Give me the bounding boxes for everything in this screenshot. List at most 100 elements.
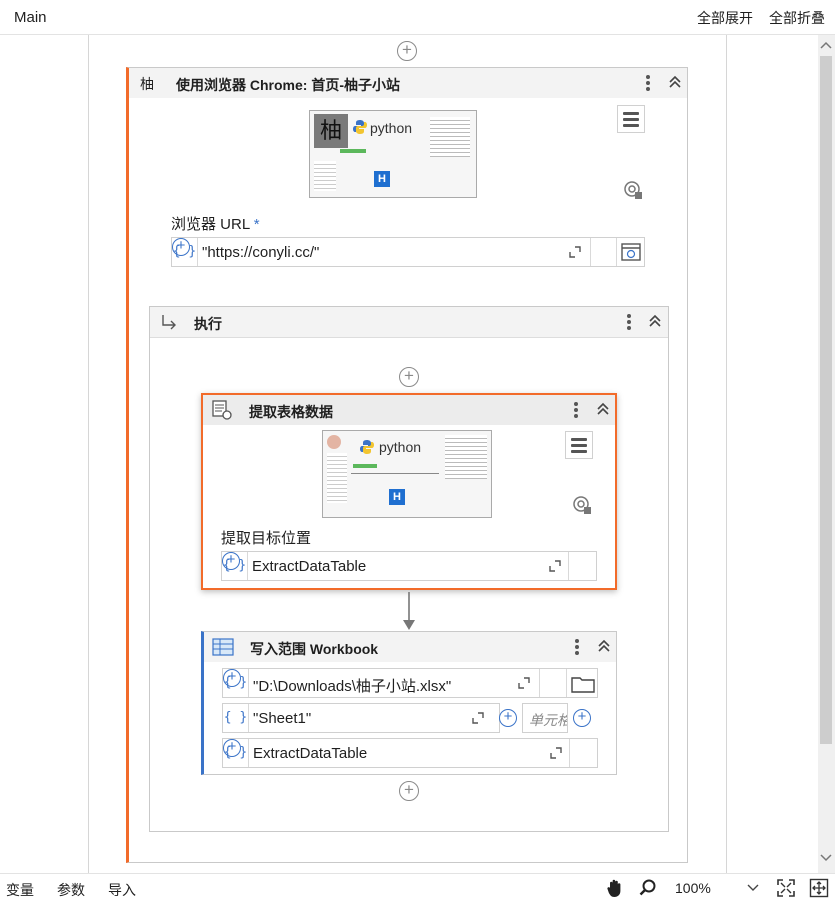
extract-header[interactable]: 提取表格数据 xyxy=(203,395,615,425)
expand-editor-icon[interactable] xyxy=(517,676,531,690)
zoom-level[interactable]: 100% xyxy=(675,880,711,896)
url-value[interactable]: "https://conyli.cc/" xyxy=(202,244,319,261)
python-logo-icon xyxy=(353,120,367,134)
start-cell-placeholder: 单元格 xyxy=(529,712,568,728)
scroll-down-icon[interactable] xyxy=(819,853,833,863)
extract-table-icon xyxy=(212,400,232,420)
tag-preview xyxy=(353,464,377,468)
expand-editor-icon[interactable] xyxy=(471,711,485,725)
status-bar: 变量 参数 导入 100% xyxy=(0,873,835,901)
zoom-dropdown-icon[interactable] xyxy=(747,884,759,892)
url-label: 浏览器 URL * xyxy=(171,213,260,234)
do-sequence[interactable]: 执行 + 提取表格数据 python H 提取目标位置 {} ExtractD… xyxy=(149,306,669,832)
enter-arrow-icon xyxy=(162,315,176,330)
expression-icon: { } xyxy=(223,739,249,767)
url-label-text: 浏览器 URL xyxy=(171,216,250,233)
expression-icon: { } xyxy=(172,238,198,266)
browser-window-icon[interactable] xyxy=(621,243,641,261)
start-cell-field[interactable]: 单元格 xyxy=(522,703,568,733)
python-logo-icon xyxy=(360,440,374,454)
data-table-field[interactable]: { } ExtractDataTable + xyxy=(222,738,598,768)
top-bar: Main 全部展开 全部折叠 xyxy=(0,0,835,35)
collapse-chevron-icon[interactable] xyxy=(595,401,611,417)
more-options-icon[interactable] xyxy=(573,400,579,420)
extract-table-activity[interactable]: 提取表格数据 python H 提取目标位置 {} ExtractDataTa… xyxy=(201,393,617,590)
write-range-header[interactable]: 写入范围 Workbook xyxy=(204,632,616,662)
do-title: 执行 xyxy=(194,316,222,332)
field-separator xyxy=(566,669,567,697)
add-activity-button[interactable]: + xyxy=(399,367,419,387)
tag-preview xyxy=(340,149,366,153)
do-header[interactable]: 执行 xyxy=(150,307,668,337)
pan-hand-icon[interactable] xyxy=(605,878,625,898)
extract-screenshot-thumbnail[interactable]: python H xyxy=(322,430,492,518)
collapse-chevron-icon[interactable] xyxy=(667,74,683,90)
sheet-name-value[interactable]: "Sheet1" xyxy=(253,710,311,727)
collapse-chevron-icon[interactable] xyxy=(647,313,663,329)
divider-preview xyxy=(351,473,439,474)
target-indicator-icon[interactable] xyxy=(572,495,592,515)
add-activity-button[interactable]: + xyxy=(399,781,419,801)
python-wordmark: python xyxy=(379,439,422,455)
expression-icon: { } xyxy=(223,704,249,732)
field-separator xyxy=(568,552,569,580)
excel-range-icon xyxy=(212,638,234,656)
h-badge-icon: H xyxy=(374,171,390,187)
write-range-activity[interactable]: 写入范围 Workbook { } "D:\Downloads\柚子小站.xls… xyxy=(201,631,617,775)
target-label: 提取目标位置 xyxy=(221,530,312,547)
add-variable-button[interactable]: + xyxy=(573,709,591,727)
sidebar-preview xyxy=(430,117,470,157)
fit-to-screen-icon[interactable] xyxy=(776,878,796,898)
expand-editor-icon[interactable] xyxy=(549,746,563,760)
sidebar-preview xyxy=(445,435,487,479)
scrollbar-thumb[interactable] xyxy=(820,56,832,744)
required-mark: * xyxy=(253,216,260,233)
sequence-left-border xyxy=(88,35,89,873)
avatar-preview xyxy=(327,435,341,449)
extract-target-field[interactable]: { } ExtractDataTable + xyxy=(221,551,597,581)
designer-canvas[interactable]: + 柚 使用浏览器 Chrome: 首页-柚子小站 柚 python H 浏览器… xyxy=(0,35,818,873)
write-range-title: 写入范围 Workbook xyxy=(250,641,379,657)
field-separator xyxy=(539,669,540,697)
extract-target-value[interactable]: ExtractDataTable xyxy=(252,558,366,575)
site-favicon-icon: 柚 xyxy=(140,76,154,92)
url-field[interactable]: { } "https://conyli.cc/" + xyxy=(171,237,645,267)
nav-preview xyxy=(314,161,336,191)
workbook-path-value[interactable]: "D:\Downloads\柚子小站.xlsx" xyxy=(253,675,451,696)
header-divider xyxy=(150,337,668,338)
expand-editor-icon[interactable] xyxy=(548,559,562,573)
zoom-icon[interactable] xyxy=(639,879,657,897)
more-options-icon[interactable] xyxy=(645,73,651,93)
target-indicator-icon[interactable] xyxy=(623,180,643,200)
sequence-right-border xyxy=(726,35,727,873)
variables-tab[interactable]: 变量 xyxy=(6,880,34,900)
expand-editor-icon[interactable] xyxy=(568,245,582,259)
collapse-chevron-icon[interactable] xyxy=(596,638,612,654)
overview-icon[interactable] xyxy=(809,878,829,898)
arguments-tab[interactable]: 参数 xyxy=(57,880,85,900)
scroll-up-icon[interactable] xyxy=(819,40,833,50)
menu-icon[interactable] xyxy=(617,105,645,133)
menu-icon[interactable] xyxy=(565,431,593,459)
add-activity-button[interactable]: + xyxy=(397,41,417,61)
h-badge-icon: H xyxy=(389,489,405,505)
imports-tab[interactable]: 导入 xyxy=(108,880,136,900)
data-table-value[interactable]: ExtractDataTable xyxy=(253,745,367,762)
field-separator xyxy=(569,739,570,767)
more-options-icon[interactable] xyxy=(626,312,632,332)
sheet-name-field[interactable]: { } "Sheet1" xyxy=(222,703,500,733)
extract-title: 提取表格数据 xyxy=(249,404,333,420)
workbook-path-field[interactable]: { } "D:\Downloads\柚子小站.xlsx" + xyxy=(222,668,598,698)
flow-arrow-icon xyxy=(403,592,415,630)
browser-screenshot-thumbnail[interactable]: 柚 python H xyxy=(309,110,477,198)
add-variable-button[interactable]: + xyxy=(499,709,517,727)
expand-all-button[interactable]: 全部展开 xyxy=(697,8,753,28)
use-browser-header[interactable]: 柚 使用浏览器 Chrome: 首页-柚子小站 xyxy=(129,68,687,98)
workflow-title: Main xyxy=(14,9,47,26)
browse-folder-icon[interactable] xyxy=(571,675,595,693)
collapse-all-button[interactable]: 全部折叠 xyxy=(769,8,825,28)
use-browser-activity[interactable]: 柚 使用浏览器 Chrome: 首页-柚子小站 柚 python H 浏览器 U… xyxy=(126,67,688,863)
site-logo: 柚 xyxy=(314,114,348,148)
more-options-icon[interactable] xyxy=(574,637,580,657)
use-browser-title: 使用浏览器 Chrome: 首页-柚子小站 xyxy=(176,77,400,93)
